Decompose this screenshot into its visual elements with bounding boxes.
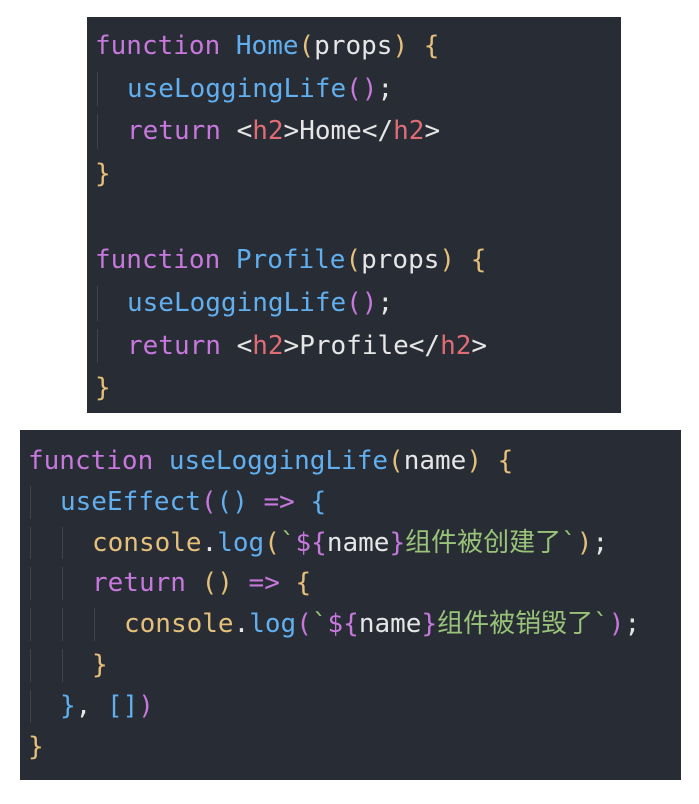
string-literal: 组件被销毁了 <box>437 609 594 640</box>
indent-guide <box>95 110 127 153</box>
string-literal: 组件被创建了 <box>405 527 562 558</box>
indent-guide <box>28 645 60 686</box>
function-call: useLoggingLife <box>127 287 347 318</box>
code-line: useEffect(() => { <box>28 482 681 523</box>
function-name: Home <box>235 31 299 61</box>
jsx-tag: h2 <box>440 330 472 361</box>
indent-guide <box>60 645 92 686</box>
console-object: console <box>92 527 202 558</box>
keyword: return <box>127 116 221 147</box>
indent-guide <box>28 604 60 645</box>
method-name: log <box>217 527 265 558</box>
keyword: return <box>127 330 221 361</box>
indent-guide <box>28 523 60 564</box>
code-line: function Profile(props) { <box>95 245 487 276</box>
template-var: name <box>326 527 390 558</box>
keyword: function <box>95 245 221 276</box>
jsx-tag: h2 <box>393 116 425 147</box>
code-line: console.log(`${name}组件被销毁了`); <box>28 604 681 645</box>
jsx-text: Profile <box>299 330 409 361</box>
code-line: }, []) <box>28 686 681 727</box>
code-line: } <box>95 373 111 404</box>
code-line: return <h2>Home</h2> <box>95 110 621 153</box>
code-line: useLoggingLife(); <box>95 68 621 111</box>
indent-guide <box>95 282 127 325</box>
indent-guide <box>60 604 92 645</box>
indent-guide <box>92 604 124 645</box>
jsx-tag: h2 <box>252 330 284 361</box>
code-line: console.log(`${name}组件被创建了`); <box>28 523 681 564</box>
code-line: } <box>95 158 111 189</box>
function-name: useLoggingLife <box>168 446 389 476</box>
code-editor-panel-bottom: function useLoggingLife(name) { useEffec… <box>20 430 681 780</box>
deps-array: [] <box>106 690 139 721</box>
code-line: return <h2>Profile</h2> <box>95 325 621 368</box>
param: name <box>403 446 467 476</box>
indent-guide <box>95 68 127 111</box>
param: props <box>314 31 393 61</box>
method-name: log <box>249 609 297 640</box>
keyword: function <box>28 446 154 476</box>
function-name: Profile <box>235 245 346 276</box>
indent-guide <box>60 523 92 564</box>
code-line: function useLoggingLife(name) { <box>28 446 514 476</box>
keyword: return <box>92 568 186 599</box>
code-editor-panel-top: function Home(props) { useLoggingLife();… <box>87 17 621 413</box>
indent-guide <box>28 686 60 727</box>
indent-guide <box>28 482 60 523</box>
keyword: function <box>95 31 221 61</box>
indent-guide <box>95 325 127 368</box>
function-call: useEffect <box>60 486 201 517</box>
code-line: return () => { <box>28 563 681 604</box>
jsx-text: Home <box>299 116 362 147</box>
indent-guide <box>28 563 60 604</box>
code-line: useLoggingLife(); <box>95 282 621 325</box>
template-var: name <box>358 609 422 640</box>
console-object: console <box>124 609 234 640</box>
param: props <box>361 245 440 276</box>
code-line: } <box>28 645 681 686</box>
jsx-tag: h2 <box>252 116 284 147</box>
indent-guide <box>60 563 92 604</box>
function-call: useLoggingLife <box>127 73 347 104</box>
code-line: function Home(props) { <box>95 31 440 61</box>
arrow-operator: => <box>263 486 295 517</box>
code-line: } <box>28 731 44 762</box>
